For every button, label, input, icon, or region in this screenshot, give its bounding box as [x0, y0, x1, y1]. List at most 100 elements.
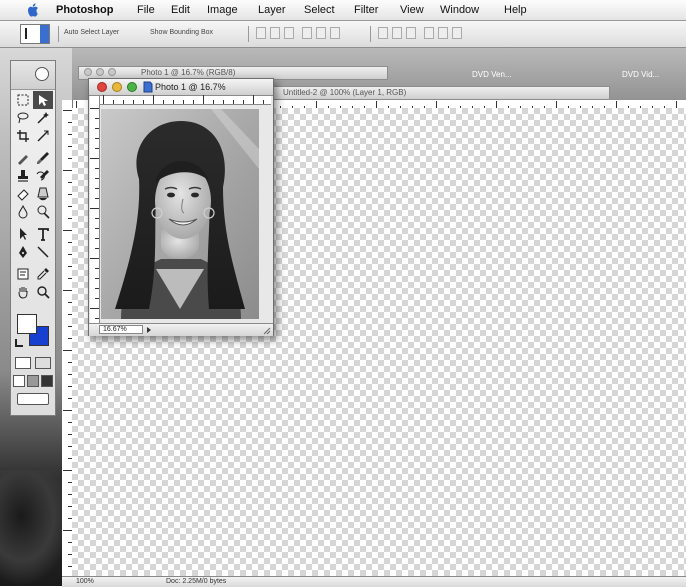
menu-filter[interactable]: Filter	[354, 4, 378, 16]
desktop-icon-label-2[interactable]: DVD Vid...	[622, 70, 659, 79]
healing-brush-tool-icon[interactable]	[13, 149, 33, 167]
foreground-color-swatch[interactable]	[17, 314, 37, 334]
quick-mask-mode-icon[interactable]	[35, 357, 51, 369]
apple-icon[interactable]	[26, 2, 40, 18]
menu-layer[interactable]: Layer	[258, 4, 286, 16]
ruler-tick	[223, 100, 224, 104]
zoom-icon[interactable]	[127, 82, 137, 92]
align-top-icon[interactable]	[256, 27, 266, 39]
distribute-middle-icon[interactable]	[392, 27, 402, 39]
tool-preset-picker[interactable]	[20, 24, 50, 44]
type-tool-icon[interactable]	[33, 225, 53, 243]
blur-tool-icon[interactable]	[13, 203, 33, 221]
lasso-tool-icon[interactable]	[13, 109, 33, 127]
background-window-2[interactable]: Untitled-2 @ 100% (Layer 1, RGB)	[240, 86, 610, 100]
photo-document-window[interactable]: Photo 1 @ 16.7% 16.67%	[88, 78, 274, 336]
menu-file[interactable]: File	[137, 4, 155, 16]
distribute-right-icon[interactable]	[452, 27, 462, 39]
distribute-left-icon[interactable]	[424, 27, 434, 39]
close-icon[interactable]	[97, 82, 107, 92]
dodge-tool-icon[interactable]	[33, 203, 53, 221]
photo-window-titlebar[interactable]: Photo 1 @ 16.7%	[89, 79, 273, 96]
standard-mode-icon[interactable]	[15, 357, 31, 369]
brush-tool-icon[interactable]	[33, 149, 53, 167]
default-colors-icon[interactable]	[15, 339, 23, 347]
chevron-right-icon[interactable]	[145, 326, 153, 334]
history-brush-tool-icon[interactable]	[33, 167, 53, 185]
tools-palette-header[interactable]	[11, 61, 55, 90]
distribute-bottom-icon[interactable]	[406, 27, 416, 39]
photo-status-bar: 16.67%	[89, 323, 273, 336]
eye-logo-icon[interactable]	[35, 67, 49, 81]
minimize-icon[interactable]	[96, 68, 104, 76]
hand-tool-icon[interactable]	[13, 283, 33, 301]
pen-tool-icon[interactable]	[13, 243, 33, 261]
show-bounding-box-checkbox[interactable]: Show Bounding Box	[150, 29, 213, 36]
align-bottom-icon[interactable]	[284, 27, 294, 39]
ruler-tick	[95, 128, 99, 129]
ruler-tick	[95, 288, 99, 289]
photo-horizontal-ruler[interactable]	[99, 95, 271, 105]
notes-tool-icon[interactable]	[13, 265, 33, 283]
path-selection-tool-icon[interactable]	[13, 225, 33, 243]
move-tool-icon[interactable]	[33, 91, 53, 109]
ruler-tick	[133, 100, 134, 104]
ruler-tick	[103, 95, 104, 104]
minimize-icon[interactable]	[112, 82, 122, 92]
divider	[248, 26, 249, 42]
eyedropper-tool-icon[interactable]	[33, 265, 53, 283]
ruler-tick	[243, 100, 244, 104]
crop-tool-icon[interactable]	[13, 127, 33, 145]
align-right-icon[interactable]	[330, 27, 340, 39]
auto-select-layer-checkbox[interactable]: Auto Select Layer	[64, 29, 119, 36]
slice-tool-icon[interactable]	[33, 127, 53, 145]
full-screen-menu-mode-icon[interactable]	[27, 375, 39, 387]
status-zoom[interactable]: 100%	[76, 578, 94, 585]
desktop-icon-label-1[interactable]: DVD Ven...	[472, 70, 512, 79]
ruler-tick	[163, 100, 164, 104]
standard-screen-mode-icon[interactable]	[13, 375, 25, 387]
close-icon[interactable]	[84, 68, 92, 76]
tools-palette[interactable]	[10, 60, 56, 416]
jump-to-imageready-icon[interactable]	[17, 393, 49, 405]
menu-help[interactable]: Help	[504, 4, 527, 16]
menu-select[interactable]: Select	[304, 4, 335, 16]
photo-window-title: Photo 1 @ 16.7%	[155, 82, 226, 92]
distribute-center-icon[interactable]	[438, 27, 448, 39]
zoom-icon[interactable]	[108, 68, 116, 76]
ruler-tick	[63, 290, 72, 291]
ruler-tick	[95, 248, 99, 249]
zoom-field[interactable]: 16.67%	[99, 325, 143, 334]
menu-window[interactable]: Window	[440, 4, 479, 16]
magic-wand-tool-icon[interactable]	[33, 109, 53, 127]
photo-vertical-ruler[interactable]	[90, 96, 100, 324]
eraser-tool-icon[interactable]	[13, 185, 33, 203]
ruler-tick	[95, 178, 99, 179]
menu-image[interactable]: Image	[207, 4, 238, 16]
zoom-tool-icon[interactable]	[33, 283, 53, 301]
status-info[interactable]: Doc: 2.25M/0 bytes	[166, 578, 226, 585]
background-window-2-titlebar[interactable]: Untitled-2 @ 100% (Layer 1, RGB)	[240, 86, 610, 100]
gradient-tool-icon[interactable]	[33, 185, 53, 203]
align-middle-icon[interactable]	[270, 27, 280, 39]
menu-edit[interactable]: Edit	[171, 4, 190, 16]
resize-grip-icon[interactable]	[263, 327, 271, 335]
ruler-tick	[63, 530, 72, 531]
clone-stamp-tool-icon[interactable]	[13, 167, 33, 185]
line-tool-icon[interactable]	[33, 243, 53, 261]
ruler-tick	[183, 100, 184, 104]
menu-photoshop[interactable]: Photoshop	[56, 4, 113, 16]
align-center-icon[interactable]	[316, 27, 326, 39]
ruler-tick	[90, 158, 99, 159]
portrait-photo[interactable]	[101, 109, 259, 319]
ruler-tick	[173, 100, 174, 104]
full-screen-mode-icon[interactable]	[41, 375, 53, 387]
distribute-top-icon[interactable]	[378, 27, 388, 39]
ruler-tick	[95, 228, 99, 229]
menu-view[interactable]: View	[400, 4, 424, 16]
ruler-tick	[90, 258, 99, 259]
background-window-1-title: Photo 1 @ 16.7% (RGB/8)	[141, 68, 236, 77]
document-proxy-icon[interactable]	[143, 81, 153, 93]
marquee-tool-icon[interactable]	[13, 91, 33, 109]
align-left-icon[interactable]	[302, 27, 312, 39]
